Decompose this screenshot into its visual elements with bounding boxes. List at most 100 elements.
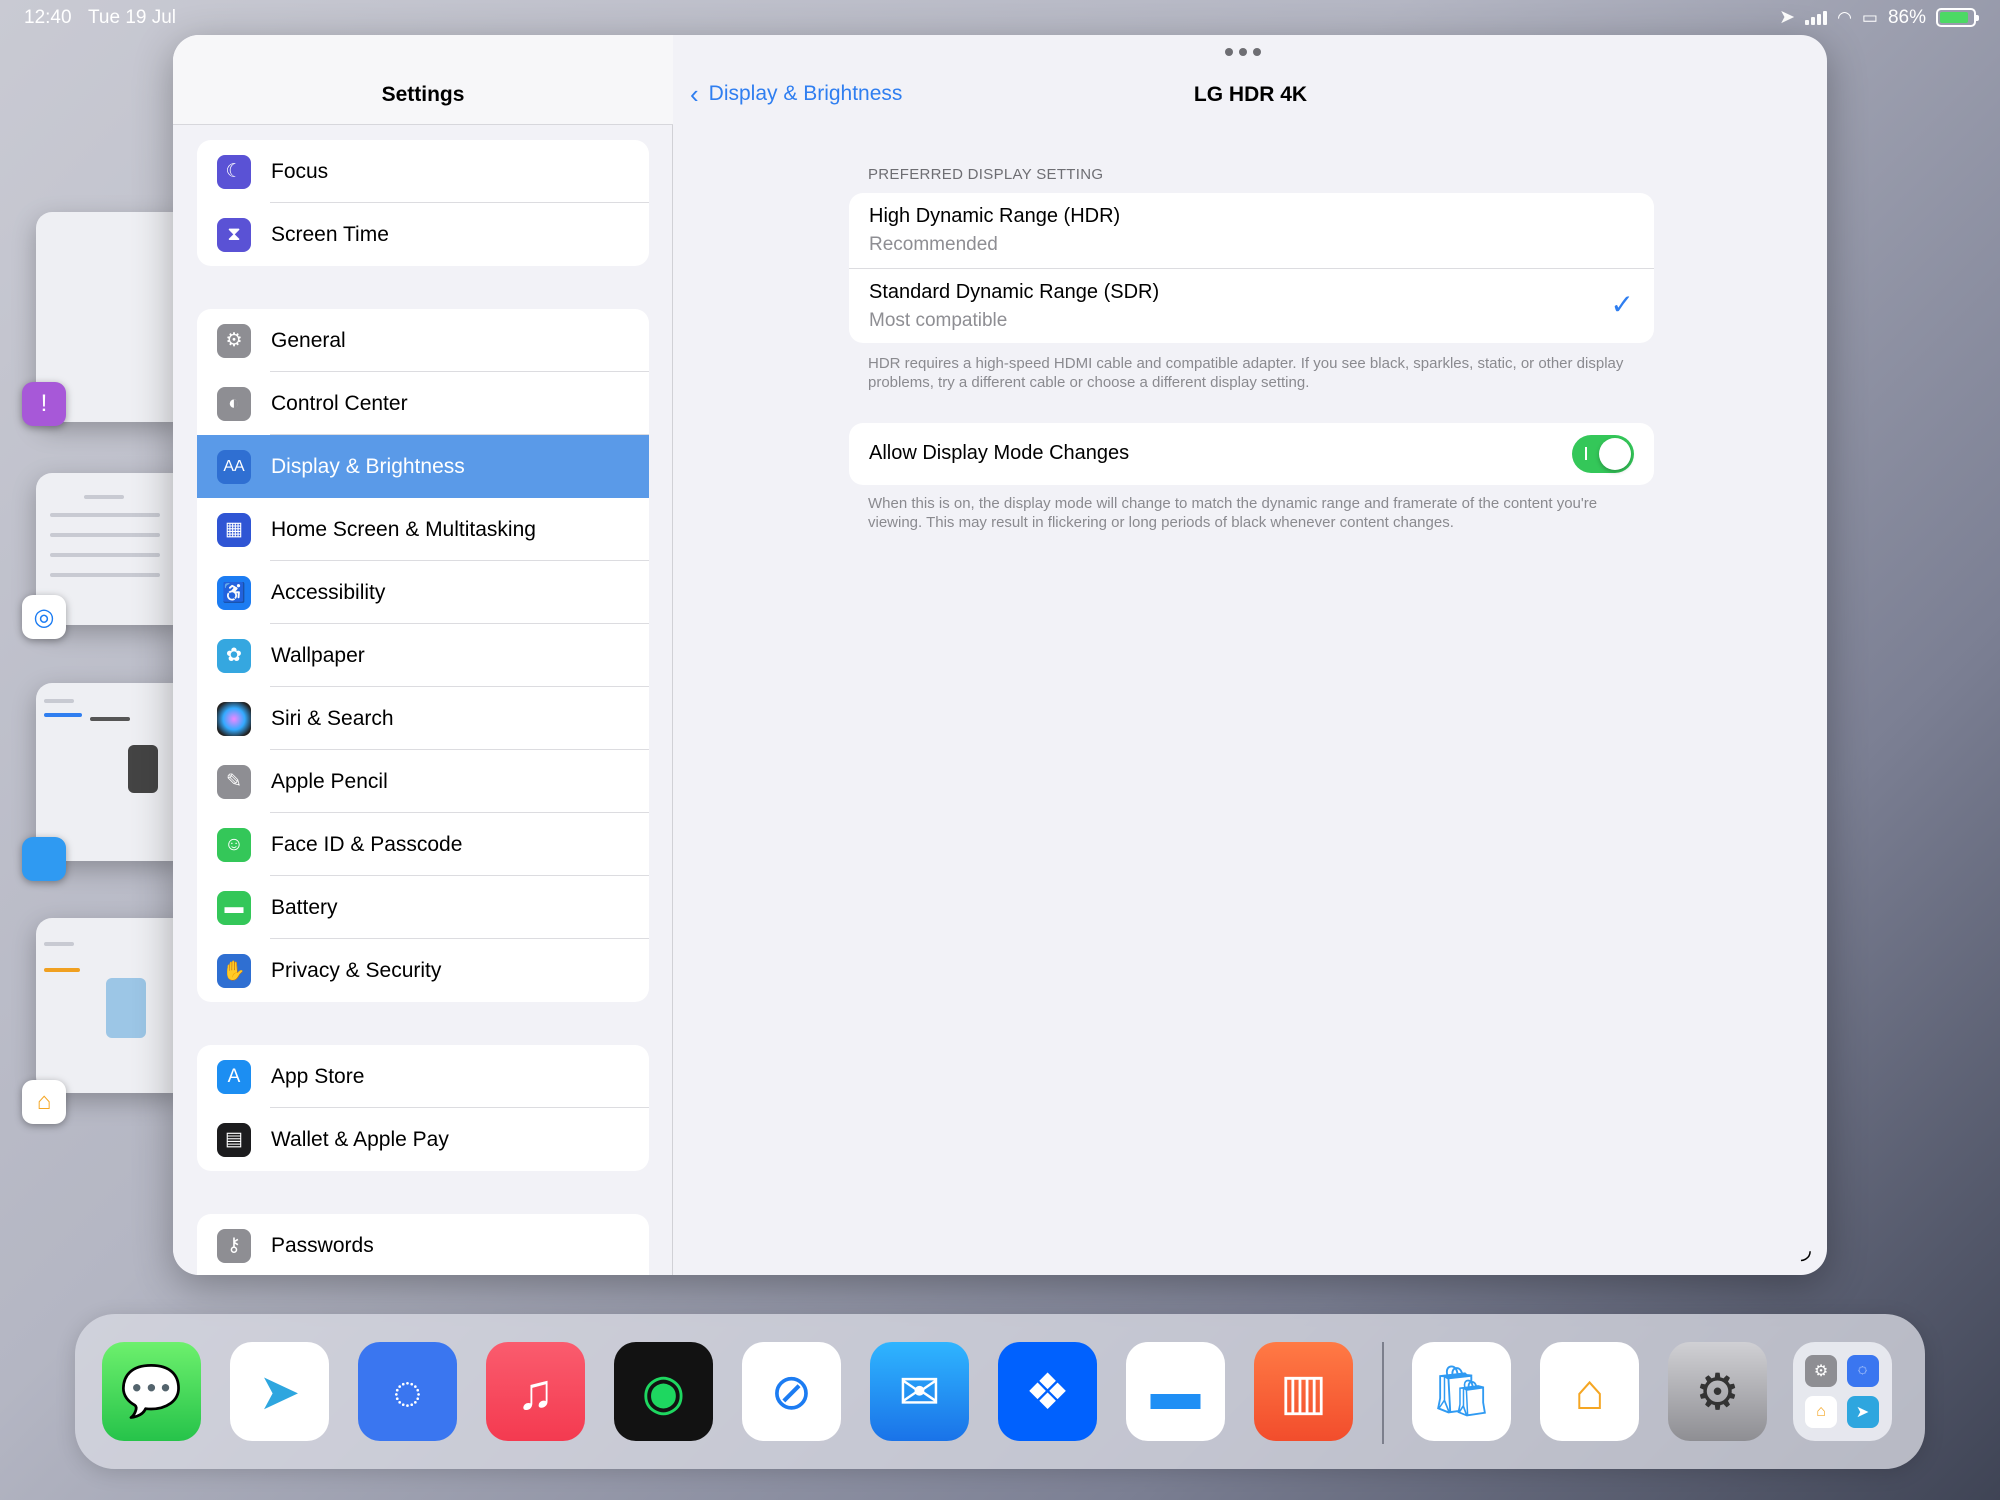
screen-mirroring-icon: ▭ bbox=[1861, 7, 1878, 27]
sidebar-item-control-center[interactable]: ◐ Control Center bbox=[197, 372, 649, 435]
sidebar-item-label: Display & Brightness bbox=[271, 454, 465, 478]
section-label: PREFERRED DISPLAY SETTING bbox=[868, 166, 1104, 183]
sidebar-item-label: General bbox=[271, 328, 346, 352]
sidebar-item-siri[interactable]: Siri & Search bbox=[197, 687, 649, 750]
sidebar-item-label: Battery bbox=[271, 895, 338, 919]
sidebar-item-focus[interactable]: ☾ Focus bbox=[197, 140, 649, 203]
toggle-label: Allow Display Mode Changes bbox=[869, 442, 1130, 464]
settings-group-passwords: ⚷ Passwords bbox=[197, 1214, 649, 1275]
background-app-card-home[interactable] bbox=[36, 918, 181, 1093]
settings-sidebar: Settings ☾ Focus ⧗ Screen Time ⚙ General… bbox=[173, 35, 673, 1275]
location-icon: ➤ bbox=[1779, 7, 1796, 28]
sidebar-item-home-screen[interactable]: ▦ Home Screen & Multitasking bbox=[197, 498, 649, 561]
option-subtitle: Most compatible bbox=[869, 310, 1008, 331]
safari-app-icon[interactable]: ◎ bbox=[22, 595, 66, 639]
gear-icon: ⚙ bbox=[217, 323, 251, 358]
sidebar-item-label: Siri & Search bbox=[271, 706, 394, 730]
battery-icon: ▬ bbox=[217, 890, 251, 925]
battery-icon bbox=[1936, 8, 1979, 27]
checkmark-icon: ✓ bbox=[1610, 289, 1634, 320]
sidebar-item-passwords[interactable]: ⚷ Passwords bbox=[197, 1214, 649, 1275]
status-time: 12:40 bbox=[24, 7, 72, 28]
sidebar-item-accessibility[interactable]: ♿ Accessibility bbox=[197, 561, 649, 624]
sidebar-item-wallpaper[interactable]: ✿ Wallpaper bbox=[197, 624, 649, 687]
dropbox-app-icon[interactable]: ❖ bbox=[998, 1342, 1097, 1441]
sidebar-item-display-brightness[interactable]: AA Display & Brightness bbox=[197, 435, 649, 498]
toggle-footer: When this is on, the display mode will c… bbox=[868, 495, 1598, 531]
options-footer: HDR requires a high-speed HDMI cable and… bbox=[868, 355, 1624, 391]
sidebar-item-face-id[interactable]: ☺ Face ID & Passcode bbox=[197, 813, 649, 876]
music-app-icon[interactable]: ♫ bbox=[486, 1342, 585, 1441]
sidebar-item-label: Home Screen & Multitasking bbox=[271, 517, 536, 541]
accessibility-icon: ♿ bbox=[217, 575, 251, 610]
display-mode-toggle[interactable] bbox=[1572, 435, 1634, 473]
settings-window: Settings ☾ Focus ⧗ Screen Time ⚙ General… bbox=[173, 35, 1827, 1275]
sidebar-item-privacy[interactable]: ✋ Privacy & Security bbox=[197, 939, 649, 1002]
settings-app-icon[interactable]: ⚙ bbox=[1668, 1342, 1767, 1441]
sidebar-item-label: Accessibility bbox=[271, 580, 386, 604]
hourglass-icon: ⧗ bbox=[217, 217, 251, 252]
option-subtitle: Recommended bbox=[869, 234, 998, 255]
sidebar-item-label: Privacy & Security bbox=[271, 958, 442, 982]
home-mini-icon: ⌂ bbox=[1805, 1396, 1837, 1429]
sidebar-item-app-store[interactable]: A App Store bbox=[197, 1045, 649, 1108]
allow-display-mode-changes-row: Allow Display Mode Changes bbox=[849, 423, 1654, 485]
settings-group-focus: ☾ Focus ⧗ Screen Time bbox=[197, 140, 649, 266]
sidebar-item-label: Passwords bbox=[271, 1233, 374, 1257]
safari-app-icon[interactable]: ⊘ bbox=[742, 1342, 841, 1441]
app-store-icon: A bbox=[217, 1059, 251, 1094]
home-app-icon[interactable]: ⌂ bbox=[22, 1080, 66, 1124]
cellular-signal-icon bbox=[1805, 10, 1828, 25]
wallet-icon: ▤ bbox=[217, 1122, 251, 1157]
face-id-icon: ☺ bbox=[217, 827, 251, 862]
siri-icon bbox=[217, 701, 251, 736]
sidebar-item-screen-time[interactable]: ⧗ Screen Time bbox=[197, 203, 649, 266]
pencil-icon: ✎ bbox=[217, 764, 251, 799]
settings-mini-icon: ⚙ bbox=[1805, 1354, 1837, 1387]
resize-handle-icon[interactable]: ◞ bbox=[1801, 1234, 1811, 1265]
battery-percentage: 86% bbox=[1887, 6, 1926, 28]
settings-group-store: A App Store ▤ Wallet & Apple Pay bbox=[197, 1045, 649, 1171]
messages-app-icon[interactable]: 💬 bbox=[102, 1342, 201, 1441]
files-app-icon[interactable]: ▬ bbox=[1126, 1342, 1225, 1441]
divider bbox=[849, 268, 1654, 269]
signal-app-icon[interactable]: ◌ bbox=[358, 1342, 457, 1441]
page-title: LG HDR 4K bbox=[1193, 83, 1308, 106]
telegram-mini-icon: ➤ bbox=[1846, 1396, 1879, 1429]
option-title: High Dynamic Range (HDR) bbox=[869, 205, 1121, 227]
sidebar-item-battery[interactable]: ▬ Battery bbox=[197, 876, 649, 939]
sidebar-item-label: Screen Time bbox=[271, 222, 389, 246]
signal-mini-icon: ◌ bbox=[1846, 1354, 1879, 1387]
option-hdr[interactable]: High Dynamic Range (HDR) Recommended bbox=[869, 205, 1120, 256]
moon-icon: ☾ bbox=[217, 154, 251, 189]
flower-icon: ✿ bbox=[217, 638, 251, 673]
sidebar-title: Settings bbox=[381, 83, 465, 106]
wifi-icon: ◠ bbox=[1837, 7, 1852, 27]
feedback-app-icon[interactable]: ! bbox=[22, 382, 66, 426]
option-sdr[interactable]: Standard Dynamic Range (SDR) Most compat… bbox=[869, 281, 1159, 332]
background-app-card-apple-store[interactable] bbox=[36, 683, 181, 861]
spotify-app-icon[interactable]: ◉ bbox=[614, 1342, 713, 1441]
settings-group-general: ⚙ General ◐ Control Center AA Display & … bbox=[197, 309, 649, 1002]
sidebar-item-general[interactable]: ⚙ General bbox=[197, 309, 649, 372]
status-date: Tue 19 Jul bbox=[88, 7, 177, 28]
app-library-icon[interactable]: ⚙ ◌ ⌂ ➤ bbox=[1793, 1342, 1892, 1441]
sidebar-item-apple-pencil[interactable]: ✎ Apple Pencil bbox=[197, 750, 649, 813]
sidebar-item-label: Wallet & Apple Pay bbox=[271, 1127, 449, 1151]
apple-store-app-icon[interactable]: 🛍 bbox=[1412, 1342, 1511, 1441]
books-app-icon[interactable]: ▥ bbox=[1254, 1342, 1353, 1441]
status-bar: 12:40 Tue 19 Jul ➤ ◠ ▭ 86% bbox=[0, 0, 2000, 34]
sidebar-item-label: Focus bbox=[271, 159, 329, 183]
home-app-icon[interactable]: ⌂ bbox=[1540, 1342, 1639, 1441]
dock-divider bbox=[1382, 1342, 1384, 1444]
mail-app-icon[interactable]: ✉ bbox=[870, 1342, 969, 1441]
option-title: Standard Dynamic Range (SDR) bbox=[869, 281, 1160, 303]
status-indicators: ➤ ◠ ▭ 86% bbox=[1779, 6, 1979, 29]
multitasking-handle[interactable] bbox=[1225, 48, 1261, 56]
telegram-app-icon[interactable]: ➤ bbox=[230, 1342, 329, 1441]
sidebar-item-label: Control Center bbox=[271, 391, 408, 415]
sidebar-item-label: Wallpaper bbox=[271, 643, 365, 667]
sidebar-item-wallet[interactable]: ▤ Wallet & Apple Pay bbox=[197, 1108, 649, 1171]
hand-icon: ✋ bbox=[217, 953, 251, 988]
apple-store-app-icon[interactable] bbox=[22, 837, 66, 881]
